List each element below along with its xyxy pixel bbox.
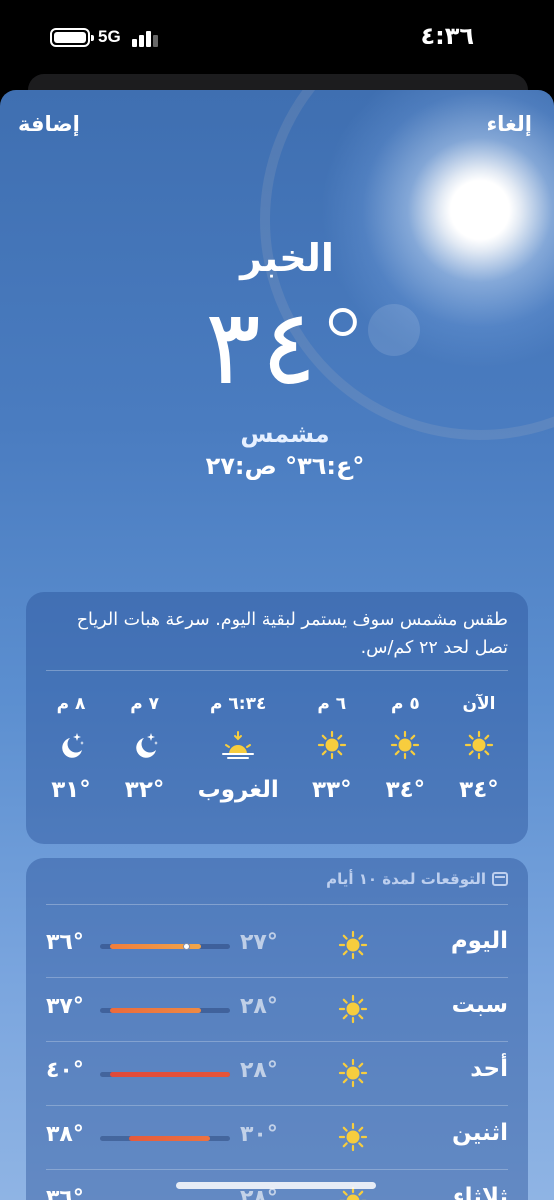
hour-item: ٥ م ٣٤° xyxy=(370,688,440,828)
city-name: الخبر xyxy=(240,236,334,280)
divider xyxy=(46,670,508,671)
hour-time: ٧ م xyxy=(130,694,159,714)
forecast-row[interactable]: اليوم ٢٧° ٣٦° xyxy=(26,914,528,978)
moon-stars-icon xyxy=(130,720,160,770)
current-temperature: ٣٤° xyxy=(205,286,369,408)
hour-time: الآن xyxy=(462,694,496,714)
forecast-row[interactable]: اثنين ٣٠° ٣٨° xyxy=(26,1106,528,1170)
hour-time: ٦ م xyxy=(317,694,347,714)
temperature-range-bar xyxy=(100,1136,230,1141)
hour-time: ٨ م xyxy=(56,694,86,714)
forecast-high: ٣٧° xyxy=(46,994,84,1019)
forecast-low: ٣٠° xyxy=(240,1122,278,1147)
forecast-day: أحد xyxy=(470,1056,508,1082)
status-bar: 5G ٤:٣٦ xyxy=(0,0,554,76)
high-low: ع:٣٦° ص:٢٧° xyxy=(205,452,365,480)
hour-temp: ٣١° xyxy=(51,777,91,803)
hour-time: ٥ م xyxy=(390,694,420,714)
forecast-day: سبت xyxy=(451,992,508,1018)
hour-item: ٧ م ٣٢° xyxy=(110,688,180,828)
ten-day-forecast-card[interactable]: التوقعات لمدة ١٠ أيام اليوم ٢٧° ٣٦° سبت ٢٨° ٣… xyxy=(26,858,528,1200)
sun-icon xyxy=(317,720,347,770)
hour-item: ٦:٣٤ م الغروب xyxy=(183,688,293,828)
temperature-range-fill xyxy=(110,1008,202,1013)
sunset-label: الغروب xyxy=(197,777,279,803)
cancel-button[interactable]: إلغاء xyxy=(486,112,532,136)
forecast-title-text: التوقعات لمدة ١٠ أيام xyxy=(326,870,486,888)
forecast-row[interactable]: سبت ٢٨° ٣٧° xyxy=(26,978,528,1042)
current-condition: مشمس xyxy=(240,420,330,448)
battery-icon xyxy=(50,28,94,47)
signal-icon xyxy=(132,27,162,47)
forecast-high: ٣٦° xyxy=(46,1186,84,1200)
current-temp-marker xyxy=(182,943,190,950)
sun-icon xyxy=(338,994,368,1028)
divider xyxy=(46,904,508,905)
forecast-row[interactable]: أحد ٢٨° ٤٠° xyxy=(26,1042,528,1106)
status-time: ٤:٣٦ xyxy=(420,22,474,50)
hourly-forecast-card[interactable]: طقس مشمس سوف يستمر لبقية اليوم. سرعة هبا… xyxy=(26,592,528,844)
hour-temp: ٣٢° xyxy=(124,777,165,803)
forecast-day: اثنين xyxy=(452,1120,508,1146)
moon-stars-icon xyxy=(56,720,86,770)
temperature-range-bar xyxy=(100,1072,230,1077)
sun-icon xyxy=(338,930,368,964)
calendar-icon xyxy=(492,872,508,886)
temperature-range-fill xyxy=(128,1136,211,1141)
hour-temp: ٣٤° xyxy=(459,777,499,803)
forecast-day: ثلاثاء xyxy=(452,1184,508,1200)
network-label: 5G xyxy=(98,27,121,46)
forecast-high: ٤٠° xyxy=(46,1058,84,1083)
forecast-low: ٢٧° xyxy=(240,930,278,955)
hour-item: ٦ م ٣٣° xyxy=(297,688,367,828)
hour-temp: ٣٤° xyxy=(385,777,426,803)
forecast-high: ٣٨° xyxy=(46,1122,84,1147)
sun-icon xyxy=(338,1058,368,1092)
weather-summary: طقس مشمس سوف يستمر لبقية اليوم. سرعة هبا… xyxy=(76,610,508,658)
hour-temp: ٣٣° xyxy=(311,777,352,803)
forecast-title: التوقعات لمدة ١٠ أيام xyxy=(326,870,508,888)
sun-icon xyxy=(390,720,420,770)
sun-icon xyxy=(464,720,494,770)
temperature-range-bar xyxy=(100,943,230,950)
temperature-range-bar xyxy=(100,1008,230,1013)
temperature-range-fill xyxy=(110,1072,230,1077)
weather-preview-sheet: إلغاء إضافة الخبر ٣٤° مشمس ع:٣٦° ص:٢٧° ط… xyxy=(0,90,554,1200)
forecast-day: اليوم xyxy=(450,928,508,954)
hour-time: ٦:٣٤ م xyxy=(210,694,267,714)
forecast-high: ٣٦° xyxy=(46,930,84,955)
forecast-low: ٢٨° xyxy=(240,994,278,1019)
home-indicator[interactable] xyxy=(176,1182,376,1189)
sunset-icon xyxy=(220,720,256,770)
forecast-low: ٢٨° xyxy=(240,1058,278,1083)
hourly-list[interactable]: الآن ٣٤° ٥ م ٣٤° ٦ م ٣٣° ٦:٣٤ م الغروب ٧… xyxy=(36,688,514,828)
hour-item: ٨ م ٣١° xyxy=(36,688,106,828)
hour-item: الآن ٣٤° xyxy=(444,688,514,828)
sun-icon xyxy=(338,1122,368,1156)
add-button[interactable]: إضافة xyxy=(18,112,80,136)
